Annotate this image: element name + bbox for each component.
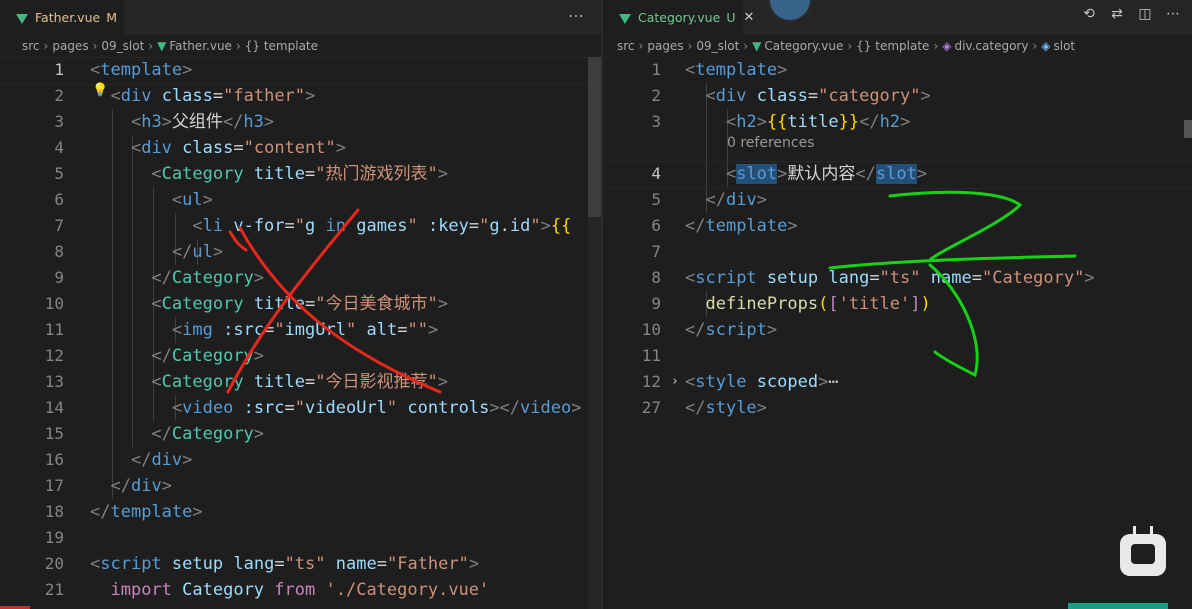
breadcrumb-item[interactable]: Category.vue [764, 39, 843, 53]
more-actions-icon[interactable]: ⋯ [1164, 6, 1182, 22]
code-editor[interactable]: 💡 1 <template> 2 <div class="father"> 3 <… [0, 57, 601, 609]
element-icon: ◈ [942, 39, 952, 53]
breadcrumb-item[interactable]: src [617, 39, 635, 53]
breadcrumb-item[interactable]: src [22, 39, 40, 53]
breadcrumb-item[interactable]: div.category [954, 39, 1028, 53]
breadcrumb: src › pages › 09_slot › ▼ Category.vue › {} t… [617, 39, 1076, 53]
breadcrumb-item[interactable]: {} template [856, 39, 929, 53]
vue-icon [16, 13, 28, 24]
breadcrumb-item[interactable]: {} template [245, 39, 318, 53]
breadcrumb-item[interactable]: 09_slot [696, 39, 739, 53]
left-tab-bar: Father.vue M ⋯ [0, 0, 601, 35]
breadcrumb-item[interactable]: Father.vue [169, 39, 232, 53]
vue-icon [619, 13, 631, 24]
right-tab-bar: Category.vue U ✕ ⟲ ⇄ ◫ ⋯ [603, 0, 1192, 35]
bilibili-logo-icon [1120, 534, 1166, 576]
right-editor-group: Category.vue U ✕ ⟲ ⇄ ◫ ⋯ src › pages › 09_… [603, 0, 1192, 609]
element-icon: ◈ [1041, 39, 1051, 53]
vue-icon: ▼ [752, 39, 762, 53]
scrollbar-thumb[interactable] [588, 57, 601, 217]
editor-actions: ⟲ ⇄ ◫ ⋯ [1080, 6, 1182, 22]
modified-badge: M [106, 10, 117, 25]
compare-changes-icon[interactable]: ⇄ [1108, 6, 1126, 22]
breadcrumb-item[interactable]: 09_slot [101, 39, 144, 53]
left-editor-group: Father.vue M ⋯ src › pages › 09_slot › ▼ Fat… [0, 0, 601, 609]
close-icon[interactable]: ✕ [743, 10, 754, 25]
tab-category-vue[interactable]: Category.vue U ✕ [603, 0, 754, 35]
chevron-right-icon[interactable]: › [671, 369, 679, 395]
breadcrumb-item[interactable]: pages [647, 39, 683, 53]
scrollbar-thumb[interactable] [1184, 120, 1192, 138]
history-icon[interactable]: ⟲ [1080, 6, 1098, 22]
untracked-badge: U [726, 10, 736, 25]
progress-indicator [1068, 603, 1168, 609]
more-actions-icon[interactable]: ⋯ [568, 6, 585, 25]
codelens-references[interactable]: 0 references [727, 135, 815, 151]
tab-father-vue[interactable]: Father.vue M [0, 0, 124, 35]
split-editor-icon[interactable]: ◫ [1136, 6, 1154, 22]
breadcrumb-item[interactable]: slot [1054, 39, 1076, 53]
breadcrumb-item[interactable]: pages [52, 39, 88, 53]
vue-icon: ▼ [157, 39, 167, 53]
breadcrumb: src › pages › 09_slot › ▼ Father.vue › {} tem… [22, 39, 319, 53]
tab-name: Father.vue [35, 10, 101, 25]
tab-name: Category.vue [638, 10, 721, 25]
code-editor[interactable]: 1 <template> 2 <div class="category"> 3 <… [603, 57, 1192, 609]
